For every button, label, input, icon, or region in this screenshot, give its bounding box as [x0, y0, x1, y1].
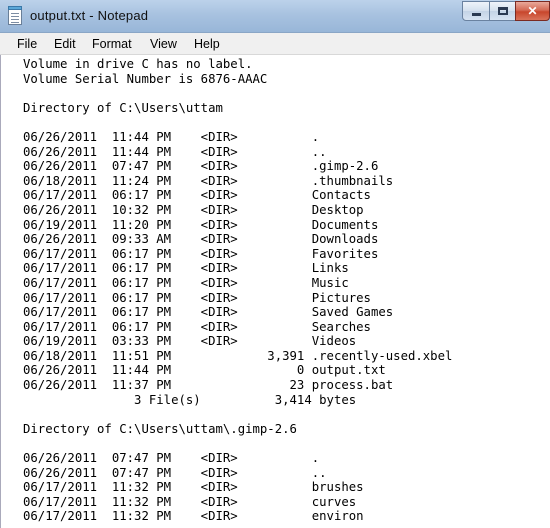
title-bar[interactable]: output.txt - Notepad ✕ — [0, 0, 550, 33]
text-line: 06/17/2011 11:32 PM <DIR> environ — [23, 509, 364, 524]
text-line: 06/17/2011 06:17 PM <DIR> Music — [23, 275, 349, 290]
text-line: 06/17/2011 06:17 PM <DIR> Pictures — [23, 290, 371, 305]
text-line: 06/19/2011 11:20 PM <DIR> Documents — [23, 217, 379, 232]
text-line: 06/17/2011 06:17 PM <DIR> Searches — [23, 319, 371, 334]
text-line: 06/26/2011 11:44 PM <DIR> .. — [23, 144, 327, 159]
notepad-icon[interactable] — [8, 6, 22, 25]
text-editor-area[interactable]: Volume in drive C has no label. Volume S… — [0, 55, 550, 528]
text-line: 06/26/2011 11:44 PM 0 output.txt — [23, 363, 386, 378]
menu-help[interactable]: Help — [194, 37, 220, 51]
text-line: 06/17/2011 06:17 PM <DIR> Saved Games — [23, 305, 394, 320]
text-line: 06/26/2011 07:47 PM <DIR> . — [23, 451, 320, 466]
text-line: Directory of C:\Users\uttam — [23, 100, 223, 115]
text-line: Directory of C:\Users\uttam\.gimp-2.6 — [23, 421, 297, 436]
text-line: 06/17/2011 06:17 PM <DIR> Links — [23, 261, 349, 276]
minimize-icon — [472, 13, 481, 16]
window-title: output.txt - Notepad — [30, 8, 149, 23]
text-line: 06/18/2011 11:51 PM 3,391 .recently-used… — [23, 348, 453, 363]
menu-view[interactable]: View — [150, 37, 177, 51]
document-text: Volume in drive C has no label. Volume S… — [23, 57, 452, 524]
text-line: 06/26/2011 07:47 PM <DIR> .gimp-2.6 — [23, 159, 379, 174]
maximize-icon — [498, 7, 508, 15]
menu-file[interactable]: File — [17, 37, 37, 51]
menu-bar: File Edit Format View Help — [0, 33, 550, 55]
text-line: 06/26/2011 09:33 AM <DIR> Downloads — [23, 232, 379, 247]
maximize-button[interactable] — [489, 1, 516, 21]
text-line: 06/17/2011 11:32 PM <DIR> curves — [23, 494, 357, 509]
text-line: 3 File(s) 3,414 bytes — [23, 392, 357, 407]
text-line: 06/17/2011 06:17 PM <DIR> Favorites — [23, 246, 379, 261]
text-line: Volume in drive C has no label. — [23, 57, 253, 71]
menu-edit[interactable]: Edit — [54, 37, 76, 51]
text-line: Volume Serial Number is 6876-AAAC — [23, 71, 268, 86]
text-line: 06/26/2011 10:32 PM <DIR> Desktop — [23, 202, 364, 217]
text-line: 06/18/2011 11:24 PM <DIR> .thumbnails — [23, 173, 394, 188]
close-button[interactable]: ✕ — [515, 1, 550, 21]
close-icon: ✕ — [527, 4, 538, 18]
menu-format[interactable]: Format — [92, 37, 132, 51]
text-line: 06/17/2011 06:17 PM <DIR> Contacts — [23, 188, 371, 203]
text-line: 06/19/2011 03:33 PM <DIR> Videos — [23, 334, 357, 349]
text-line: 06/26/2011 11:37 PM 23 process.bat — [23, 378, 394, 393]
text-line: 06/26/2011 11:44 PM <DIR> . — [23, 129, 320, 144]
text-line: 06/26/2011 07:47 PM <DIR> .. — [23, 465, 327, 480]
text-line: 06/17/2011 11:32 PM <DIR> brushes — [23, 480, 364, 495]
minimize-button[interactable] — [462, 1, 490, 21]
